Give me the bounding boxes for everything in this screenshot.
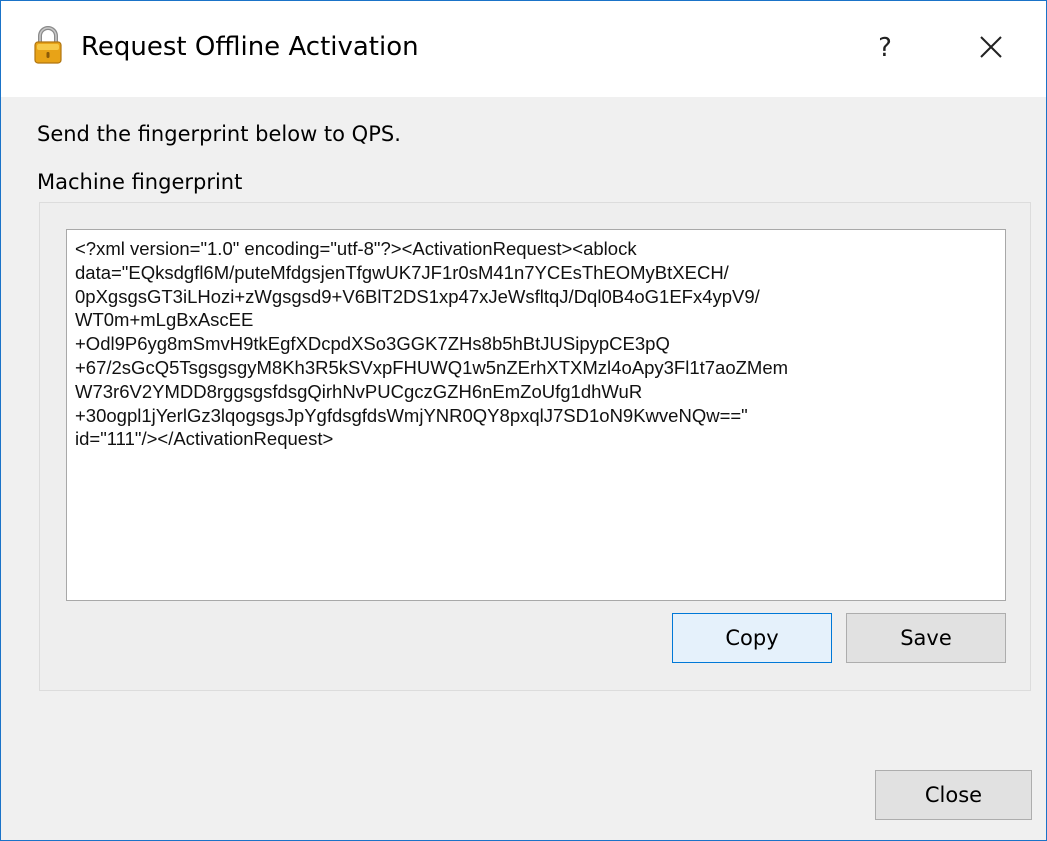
fingerprint-line: id="111"/></ActivationRequest> (75, 428, 334, 450)
fingerprint-line: +67/2sGcQ5TsgsgsgyM8Kh3R5kSVxpFHUWQ1w5nZ… (75, 356, 789, 378)
offline-activation-dialog: Request Offline Activation ? Send the fi… (0, 0, 1047, 841)
close-icon[interactable] (971, 27, 1011, 67)
fingerprint-line: data="EQksdgfl6M/puteMfdgsjenTfgwUK7JF1r… (75, 261, 729, 283)
dialog-title: Request Offline Activation (81, 32, 419, 62)
fingerprint-label: Machine fingerprint (37, 170, 243, 194)
fingerprint-line: 0pXgsgsGT3iLHozi+zWgsgsd9+V6BlT2DS1xp47x… (75, 285, 760, 307)
lock-icon (34, 26, 62, 64)
close-button[interactable]: Close (875, 770, 1032, 820)
title-bar[interactable]: Request Offline Activation ? (1, 1, 1046, 97)
copy-button[interactable]: Copy (672, 613, 832, 663)
fingerprint-line: WT0m+mLgBxAscEE (75, 309, 254, 331)
fingerprint-textarea[interactable]: <?xml version="1.0" encoding="utf-8"?><A… (66, 229, 1006, 601)
fingerprint-line: +Odl9P6yg8mSmvH9tkEgfXDcpdXSo3GGK7ZHs8b5… (75, 333, 670, 355)
fingerprint-line: +30ogpl1jYerlGz3lqogsgsJpYgfdsgfdsWmjYNR… (75, 404, 748, 426)
fingerprint-line: W73r6V2YMDD8rggsgsfdsgQirhNvPUCgczGZH6nE… (75, 380, 643, 402)
fingerprint-group: <?xml version="1.0" encoding="utf-8"?><A… (39, 202, 1031, 691)
instruction-text: Send the fingerprint below to QPS. (37, 122, 401, 146)
help-button[interactable]: ? (857, 23, 913, 73)
fingerprint-line: <?xml version="1.0" encoding="utf-8"?><A… (75, 238, 637, 259)
save-button[interactable]: Save (846, 613, 1006, 663)
